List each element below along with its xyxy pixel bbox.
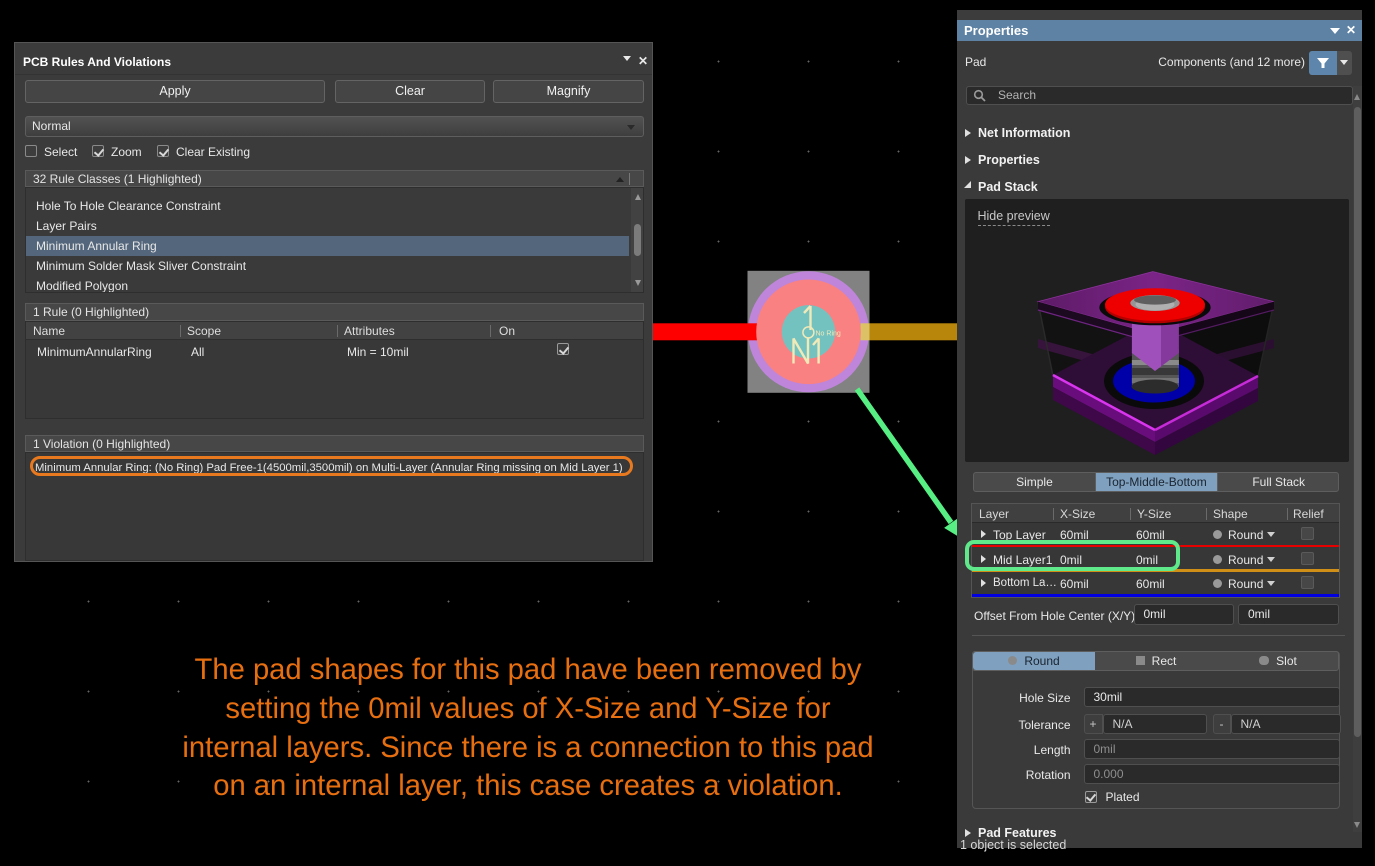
- svg-text:No Ring: No Ring: [816, 330, 841, 337]
